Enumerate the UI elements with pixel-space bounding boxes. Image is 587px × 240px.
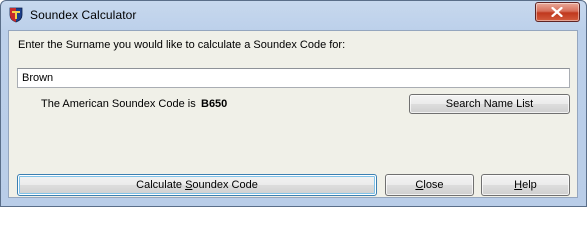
search-name-list-button[interactable]: Search Name List (409, 94, 570, 114)
calculate-label-suffix: oundex Code (192, 179, 258, 191)
help-label-accelerator: H (514, 179, 523, 191)
close-button[interactable]: Close (385, 174, 474, 196)
close-label-rest: lose (423, 179, 444, 191)
help-button[interactable]: Help (481, 174, 570, 196)
surname-prompt-label: Enter the Surname you would like to calc… (18, 39, 346, 51)
help-label-rest: elp (522, 179, 537, 191)
soundex-result-label: The American Soundex Code is (41, 98, 196, 110)
soundex-calculator-window: Soundex Calculator Enter the Surname you… (0, 0, 587, 207)
shield-icon (8, 7, 24, 23)
soundex-result-code: B650 (201, 98, 228, 110)
dialog-body: Enter the Surname you would like to calc… (8, 30, 578, 198)
calculate-soundex-button[interactable]: Calculate Soundex Code (17, 174, 377, 196)
calculate-label-prefix: Calculate (136, 179, 186, 191)
window-close-button[interactable] (535, 2, 580, 22)
surname-input[interactable] (17, 68, 570, 88)
close-icon (551, 7, 563, 17)
title-bar[interactable]: Soundex Calculator (1, 1, 586, 30)
window-title: Soundex Calculator (30, 8, 137, 22)
